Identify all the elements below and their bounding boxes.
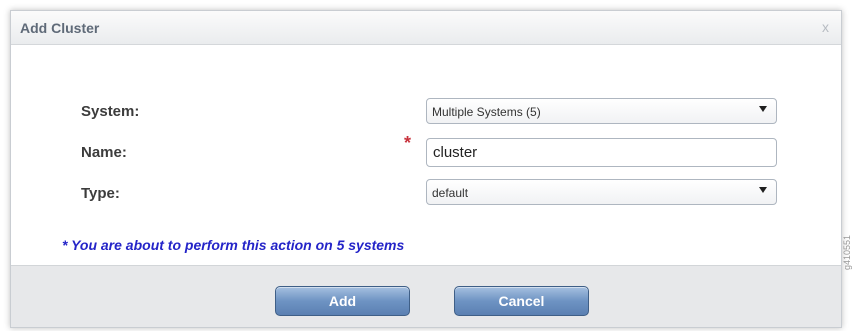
dialog-titlebar: Add Cluster x bbox=[11, 11, 841, 45]
add-cluster-dialog: Add Cluster x System: Multiple Systems (… bbox=[10, 10, 842, 328]
chevron-down-icon bbox=[759, 187, 767, 193]
dialog-body: System: Multiple Systems (5) Name: * Typ… bbox=[11, 45, 841, 265]
system-label: System: bbox=[81, 103, 140, 120]
required-marker: * bbox=[404, 133, 412, 153]
system-select-value: Multiple Systems (5) bbox=[432, 105, 541, 119]
action-note: * You are about to perform this action o… bbox=[62, 237, 405, 253]
name-label: Name: bbox=[81, 144, 127, 161]
cancel-button[interactable]: Cancel bbox=[454, 286, 589, 316]
chevron-down-icon bbox=[759, 106, 767, 112]
close-icon[interactable]: x bbox=[822, 19, 829, 35]
type-select-value: default bbox=[432, 186, 469, 200]
name-input[interactable] bbox=[426, 138, 777, 167]
system-select[interactable]: Multiple Systems (5) bbox=[426, 98, 777, 124]
type-label: Type: bbox=[81, 185, 120, 202]
dialog-footer: Add Cancel bbox=[11, 265, 841, 327]
add-button[interactable]: Add bbox=[275, 286, 410, 316]
dialog-title: Add Cluster bbox=[20, 20, 100, 36]
type-select[interactable]: default bbox=[426, 179, 777, 205]
figure-id: g410551 bbox=[842, 234, 852, 270]
